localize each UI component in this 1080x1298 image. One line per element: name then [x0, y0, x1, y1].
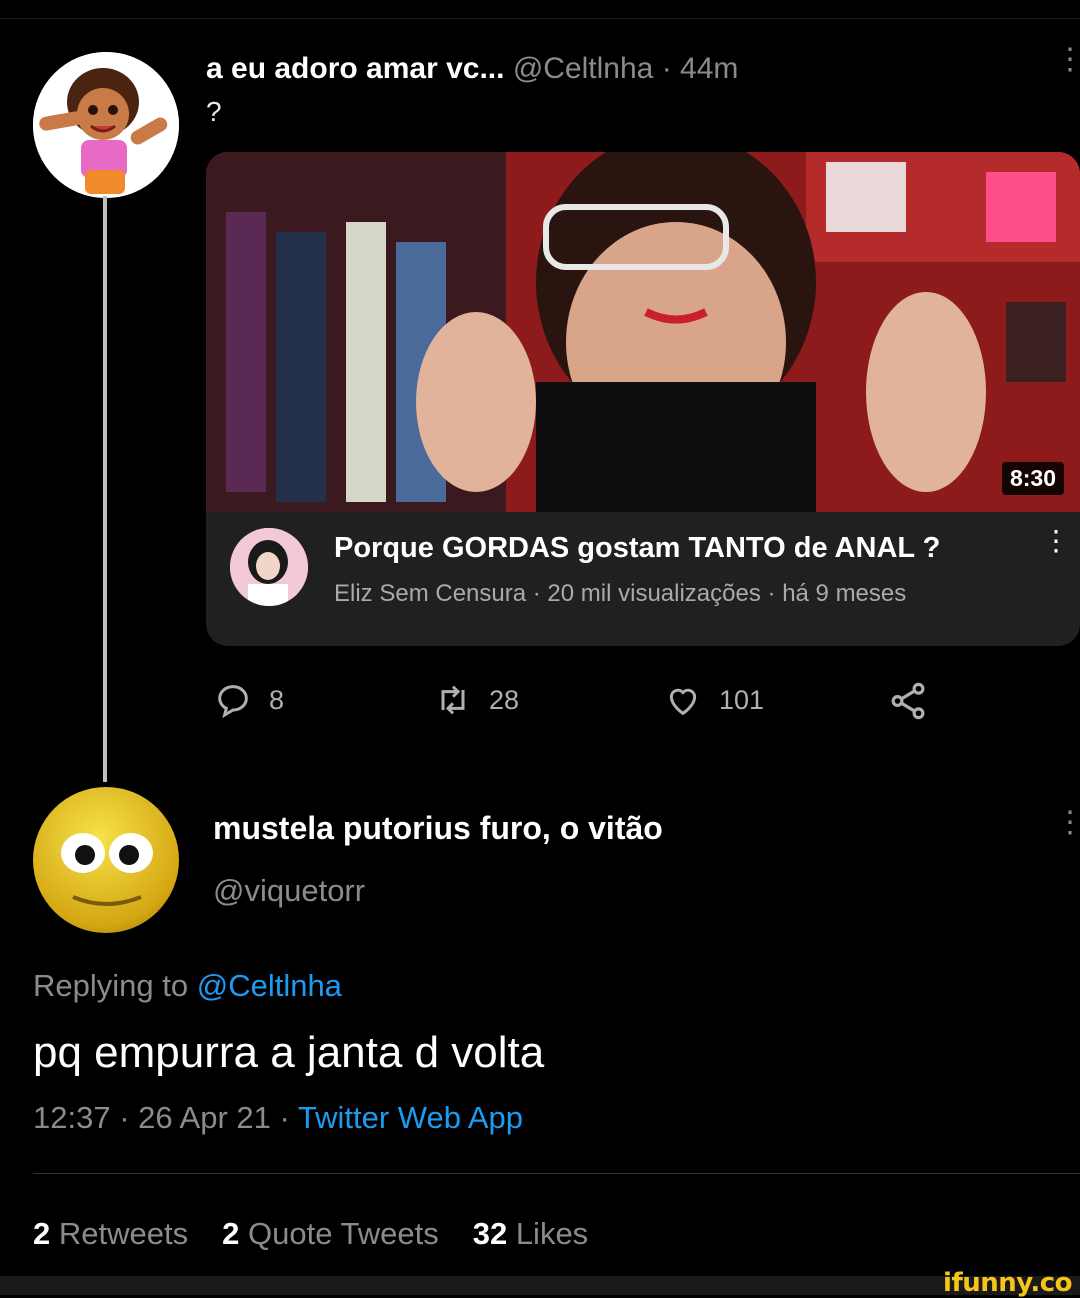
retweets-stat-count: 2	[33, 1216, 51, 1251]
likes-stat-label: Likes	[515, 1216, 589, 1251]
video-channel[interactable]: Eliz Sem Censura	[334, 580, 526, 607]
retweet-icon	[433, 680, 473, 720]
tweet1-header: a eu adoro amar vc... @Celtlnha · 44m	[206, 52, 738, 86]
ifunny-watermark: ifunny.co	[943, 1268, 1072, 1298]
replying-to: Replying to @Celtlnha	[33, 968, 342, 1004]
thread-connector	[103, 196, 107, 782]
tweet1-text: ?	[206, 96, 222, 127]
share-icon	[887, 680, 929, 722]
reply-count: 8	[269, 684, 285, 715]
reply-icon	[213, 680, 253, 720]
channel-avatar[interactable]	[230, 528, 308, 606]
tweet2-source[interactable]: Twitter Web App	[298, 1100, 523, 1135]
video-thumbnail[interactable]: 8:30	[206, 152, 1080, 512]
video-title[interactable]: Porque GORDAS gostam TANTO de ANAL ?	[334, 532, 940, 565]
tweet1-author-name[interactable]: a eu adoro amar vc...	[206, 52, 504, 85]
like-count: 101	[719, 684, 765, 715]
like-icon	[663, 680, 703, 720]
likes-stat-count: 32	[472, 1216, 508, 1251]
video-age: há 9 meses	[782, 580, 907, 607]
avatar-dora[interactable]	[33, 52, 179, 198]
tweet2-date[interactable]: 26 Apr 21	[138, 1100, 271, 1135]
like-button[interactable]: 101	[663, 680, 764, 720]
retweets-stat[interactable]: 2 Retweets	[33, 1216, 188, 1252]
tweet2-time[interactable]: 12:37	[33, 1100, 111, 1135]
quotes-stat-label: Quote Tweets	[247, 1216, 439, 1251]
video-card[interactable]: 8:30 Porque GORDAS gostam TANTO de ANAL …	[206, 152, 1080, 646]
tweet2-meta-sep: ·	[279, 1100, 298, 1135]
retweet-button[interactable]: 28	[433, 680, 519, 720]
replying-mention[interactable]: @Celtlnha	[197, 968, 342, 1003]
quotes-stat-count: 2	[222, 1216, 240, 1251]
retweets-stat-label: Retweets	[58, 1216, 189, 1251]
top-divider	[0, 18, 1080, 19]
tweet1-more-icon[interactable]: ⋮	[1055, 45, 1080, 74]
video-meta-sep: ·	[767, 580, 783, 607]
reply-button[interactable]: 8	[213, 680, 284, 720]
avatar-emoji[interactable]	[33, 787, 179, 933]
tweet2-more-icon[interactable]: ⋮	[1055, 808, 1080, 837]
quotes-stat[interactable]: 2 Quote Tweets	[222, 1216, 439, 1252]
video-meta: Eliz Sem Censura · 20 mil visualizações …	[334, 580, 906, 608]
retweet-count: 28	[489, 684, 520, 715]
likes-stat[interactable]: 32 Likes	[473, 1216, 588, 1252]
tweet2-meta: 12:37 · 26 Apr 21 · Twitter Web App	[33, 1100, 523, 1136]
replying-label: Replying to	[33, 968, 189, 1003]
tweet2-handle[interactable]: @viquetorr	[213, 873, 365, 909]
tweet2-author-name[interactable]: mustela putorius furo, o vitão	[213, 810, 663, 847]
tweet1-time[interactable]: 44m	[680, 52, 738, 85]
video-more-icon[interactable]: ⋮	[1042, 527, 1070, 554]
video-views: 20 mil visualizações	[547, 580, 761, 607]
stats-divider	[33, 1173, 1080, 1174]
bottom-bar	[0, 1276, 1080, 1295]
tweet1-sep: ·	[661, 52, 681, 85]
video-duration-badge: 8:30	[1001, 462, 1064, 495]
share-button[interactable]	[887, 680, 929, 722]
video-meta-sep: ·	[532, 580, 548, 607]
tweet2-stats: 2 Retweets 2 Quote Tweets 32 Likes	[33, 1216, 588, 1252]
tweet2-meta-sep: ·	[119, 1100, 139, 1135]
tweet1-handle[interactable]: @Celtlnha	[513, 52, 654, 85]
tweet2-text: pq empurra a janta d volta	[33, 1028, 545, 1077]
